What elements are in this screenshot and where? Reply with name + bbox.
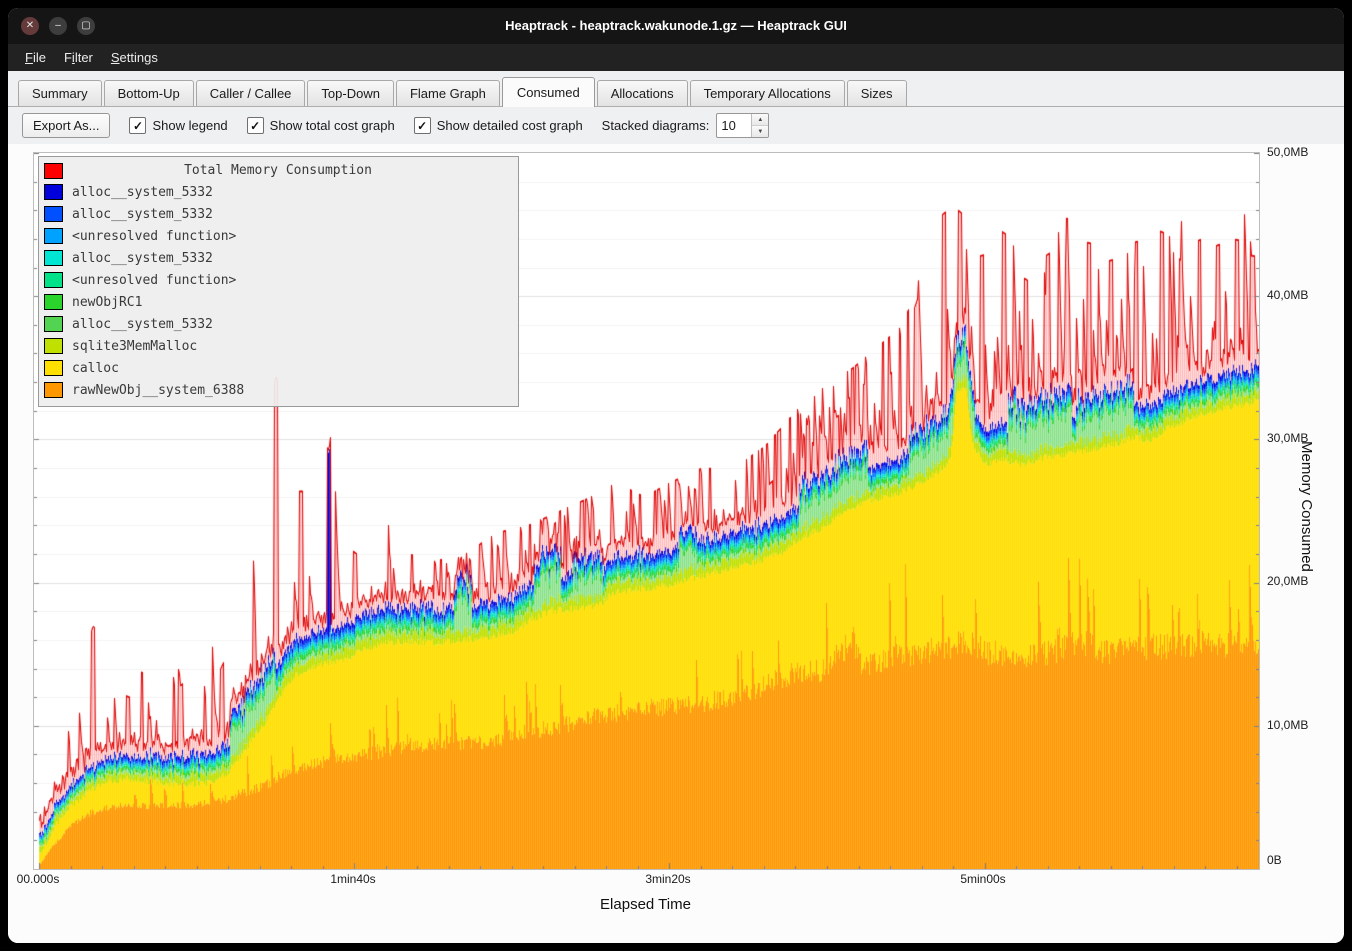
minimize-button[interactable]: –: [49, 17, 67, 35]
stacked-diagrams-group: Stacked diagrams: 10 ▲ ▼: [602, 113, 770, 138]
legend-swatch: [44, 382, 63, 398]
menu-settings[interactable]: Settings: [102, 46, 167, 69]
window-title: Heaptrack - heaptrack.wakunode.1.gz — He…: [8, 8, 1344, 44]
legend-item: alloc__system_5332: [44, 181, 512, 203]
legend-swatch: [44, 163, 63, 179]
show-total-cost-checkbox[interactable]: ✓ Show total cost graph: [247, 117, 395, 134]
legend-item: newObjRC1: [44, 291, 512, 313]
window-controls: ✕ – ▢: [21, 17, 95, 35]
legend-item: sqlite3MemMalloc: [44, 335, 512, 357]
menubar: File Filter Settings: [8, 44, 1344, 71]
legend-item: alloc__system_5332: [44, 247, 512, 269]
legend-item: calloc: [44, 357, 512, 379]
legend-swatch: [44, 206, 63, 222]
y-tick-label: 0B: [1267, 853, 1282, 867]
legend-swatch: [44, 294, 63, 310]
y-tick-label: 50,0MB: [1267, 145, 1308, 159]
stacked-diagrams-spinbox[interactable]: 10 ▲ ▼: [716, 113, 769, 138]
x-axis-title: Elapsed Time: [33, 896, 1258, 913]
show-detailed-cost-checkbox[interactable]: ✓ Show detailed cost graph: [414, 117, 583, 134]
tab-top-down[interactable]: Top-Down: [307, 80, 394, 106]
legend-swatch: [44, 228, 63, 244]
tab-allocations[interactable]: Allocations: [597, 80, 688, 106]
stacked-diagrams-value[interactable]: 10: [717, 114, 751, 137]
export-as-button[interactable]: Export As...: [22, 113, 110, 138]
y-tick-label: 20,0MB: [1267, 574, 1308, 588]
toolbar: Export As... ✓ Show legend ✓ Show total …: [8, 107, 1344, 144]
legend-title: Total Memory Consumption: [44, 159, 512, 181]
menu-file[interactable]: File: [16, 46, 55, 69]
legend-swatch: [44, 338, 63, 354]
spin-up-icon[interactable]: ▲: [752, 114, 768, 126]
stacked-diagrams-label: Stacked diagrams:: [602, 118, 710, 133]
legend-item: rawNewObj__system_6388: [44, 379, 512, 401]
tab-caller-callee[interactable]: Caller / Callee: [196, 80, 306, 106]
show-detailed-cost-label: Show detailed cost graph: [437, 118, 583, 133]
app-window: ✕ – ▢ Heaptrack - heaptrack.wakunode.1.g…: [8, 8, 1344, 943]
x-tick-label: 5min00s: [960, 872, 1005, 886]
y-tick-label: 40,0MB: [1267, 288, 1308, 302]
x-tick-label: 00.000s: [17, 872, 60, 886]
legend-item: alloc__system_5332: [44, 313, 512, 335]
titlebar: ✕ – ▢ Heaptrack - heaptrack.wakunode.1.g…: [8, 8, 1344, 44]
close-button[interactable]: ✕: [21, 17, 39, 35]
legend-item: <unresolved function>: [44, 269, 512, 291]
y-axis-title: Memory Consumed: [1298, 441, 1315, 572]
y-tick-label: 10,0MB: [1267, 718, 1308, 732]
legend-swatch: [44, 184, 63, 200]
legend-item: alloc__system_5332: [44, 203, 512, 225]
minimize-icon: –: [55, 21, 61, 31]
tab-bottom-up[interactable]: Bottom-Up: [104, 80, 194, 106]
x-tick-label: 1min40s: [330, 872, 375, 886]
legend-swatch: [44, 250, 63, 266]
legend-swatch: [44, 272, 63, 288]
show-legend-checkbox[interactable]: ✓ Show legend: [129, 117, 227, 134]
checkbox-checked-icon[interactable]: ✓: [247, 117, 264, 134]
legend-swatch: [44, 360, 63, 376]
tab-flame-graph[interactable]: Flame Graph: [396, 80, 500, 106]
chart-legend: Total Memory Consumption alloc__system_5…: [38, 156, 519, 407]
tab-sizes[interactable]: Sizes: [847, 80, 907, 106]
legend-swatch: [44, 316, 63, 332]
checkbox-checked-icon[interactable]: ✓: [129, 117, 146, 134]
tab-bar: Summary Bottom-Up Caller / Callee Top-Do…: [8, 71, 1344, 107]
maximize-icon: ▢: [81, 21, 90, 31]
legend-item: <unresolved function>: [44, 225, 512, 247]
maximize-button[interactable]: ▢: [77, 17, 95, 35]
show-legend-label: Show legend: [152, 118, 227, 133]
tab-temporary-allocations[interactable]: Temporary Allocations: [690, 80, 845, 106]
menu-filter[interactable]: Filter: [55, 46, 102, 69]
x-tick-label: 3min20s: [645, 872, 690, 886]
chart-region: Total Memory Consumption alloc__system_5…: [8, 144, 1344, 943]
spin-down-icon[interactable]: ▼: [752, 126, 768, 137]
close-icon: ✕: [26, 21, 34, 31]
checkbox-checked-icon[interactable]: ✓: [414, 117, 431, 134]
tab-consumed[interactable]: Consumed: [502, 77, 595, 107]
tab-summary[interactable]: Summary: [18, 80, 102, 106]
show-total-cost-label: Show total cost graph: [270, 118, 395, 133]
